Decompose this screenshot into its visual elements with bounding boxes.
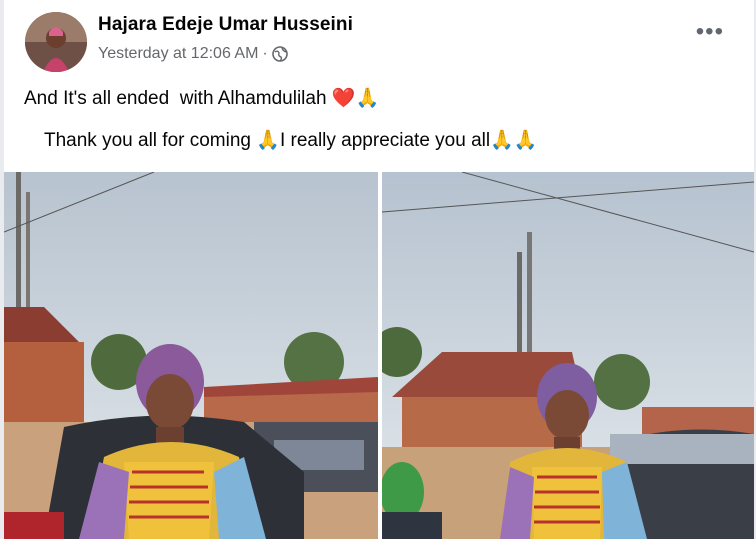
avatar[interactable] xyxy=(25,12,87,72)
post-text-line-2a: Thank you all for coming xyxy=(44,130,257,151)
facebook-post: Hajara Edeje Umar Husseini Yesterday at … xyxy=(4,0,754,539)
post-meta: Yesterday at 12:06 AM · xyxy=(98,45,288,63)
post-text-line-2b: I really appreciate you all xyxy=(279,130,491,151)
post-text-line-2: Thank you all for coming 🙏I really appre… xyxy=(44,128,537,152)
post-text-line-1: And It's all ended with Alhamdulilah ❤️🙏 xyxy=(24,86,379,110)
more-options-button[interactable]: ••• xyxy=(696,20,724,44)
pray-emoji-icon: 🙏 xyxy=(256,130,280,151)
author-name[interactable]: Hajara Edeje Umar Husseini xyxy=(98,14,353,36)
post-text-line-1-text: And It's all ended with Alhamdulilah xyxy=(24,88,332,109)
pray-emoji-icon: 🙏🙏 xyxy=(490,130,538,151)
meta-separator: · xyxy=(262,45,268,62)
globe-icon[interactable] xyxy=(271,46,288,62)
timestamp[interactable]: Yesterday at 12:06 AM xyxy=(98,45,258,63)
heart-emoji-icon: ❤️ xyxy=(331,88,356,109)
photo-left[interactable] xyxy=(4,172,378,539)
pray-emoji-icon: 🙏 xyxy=(355,88,380,109)
photo-right[interactable] xyxy=(382,172,754,539)
